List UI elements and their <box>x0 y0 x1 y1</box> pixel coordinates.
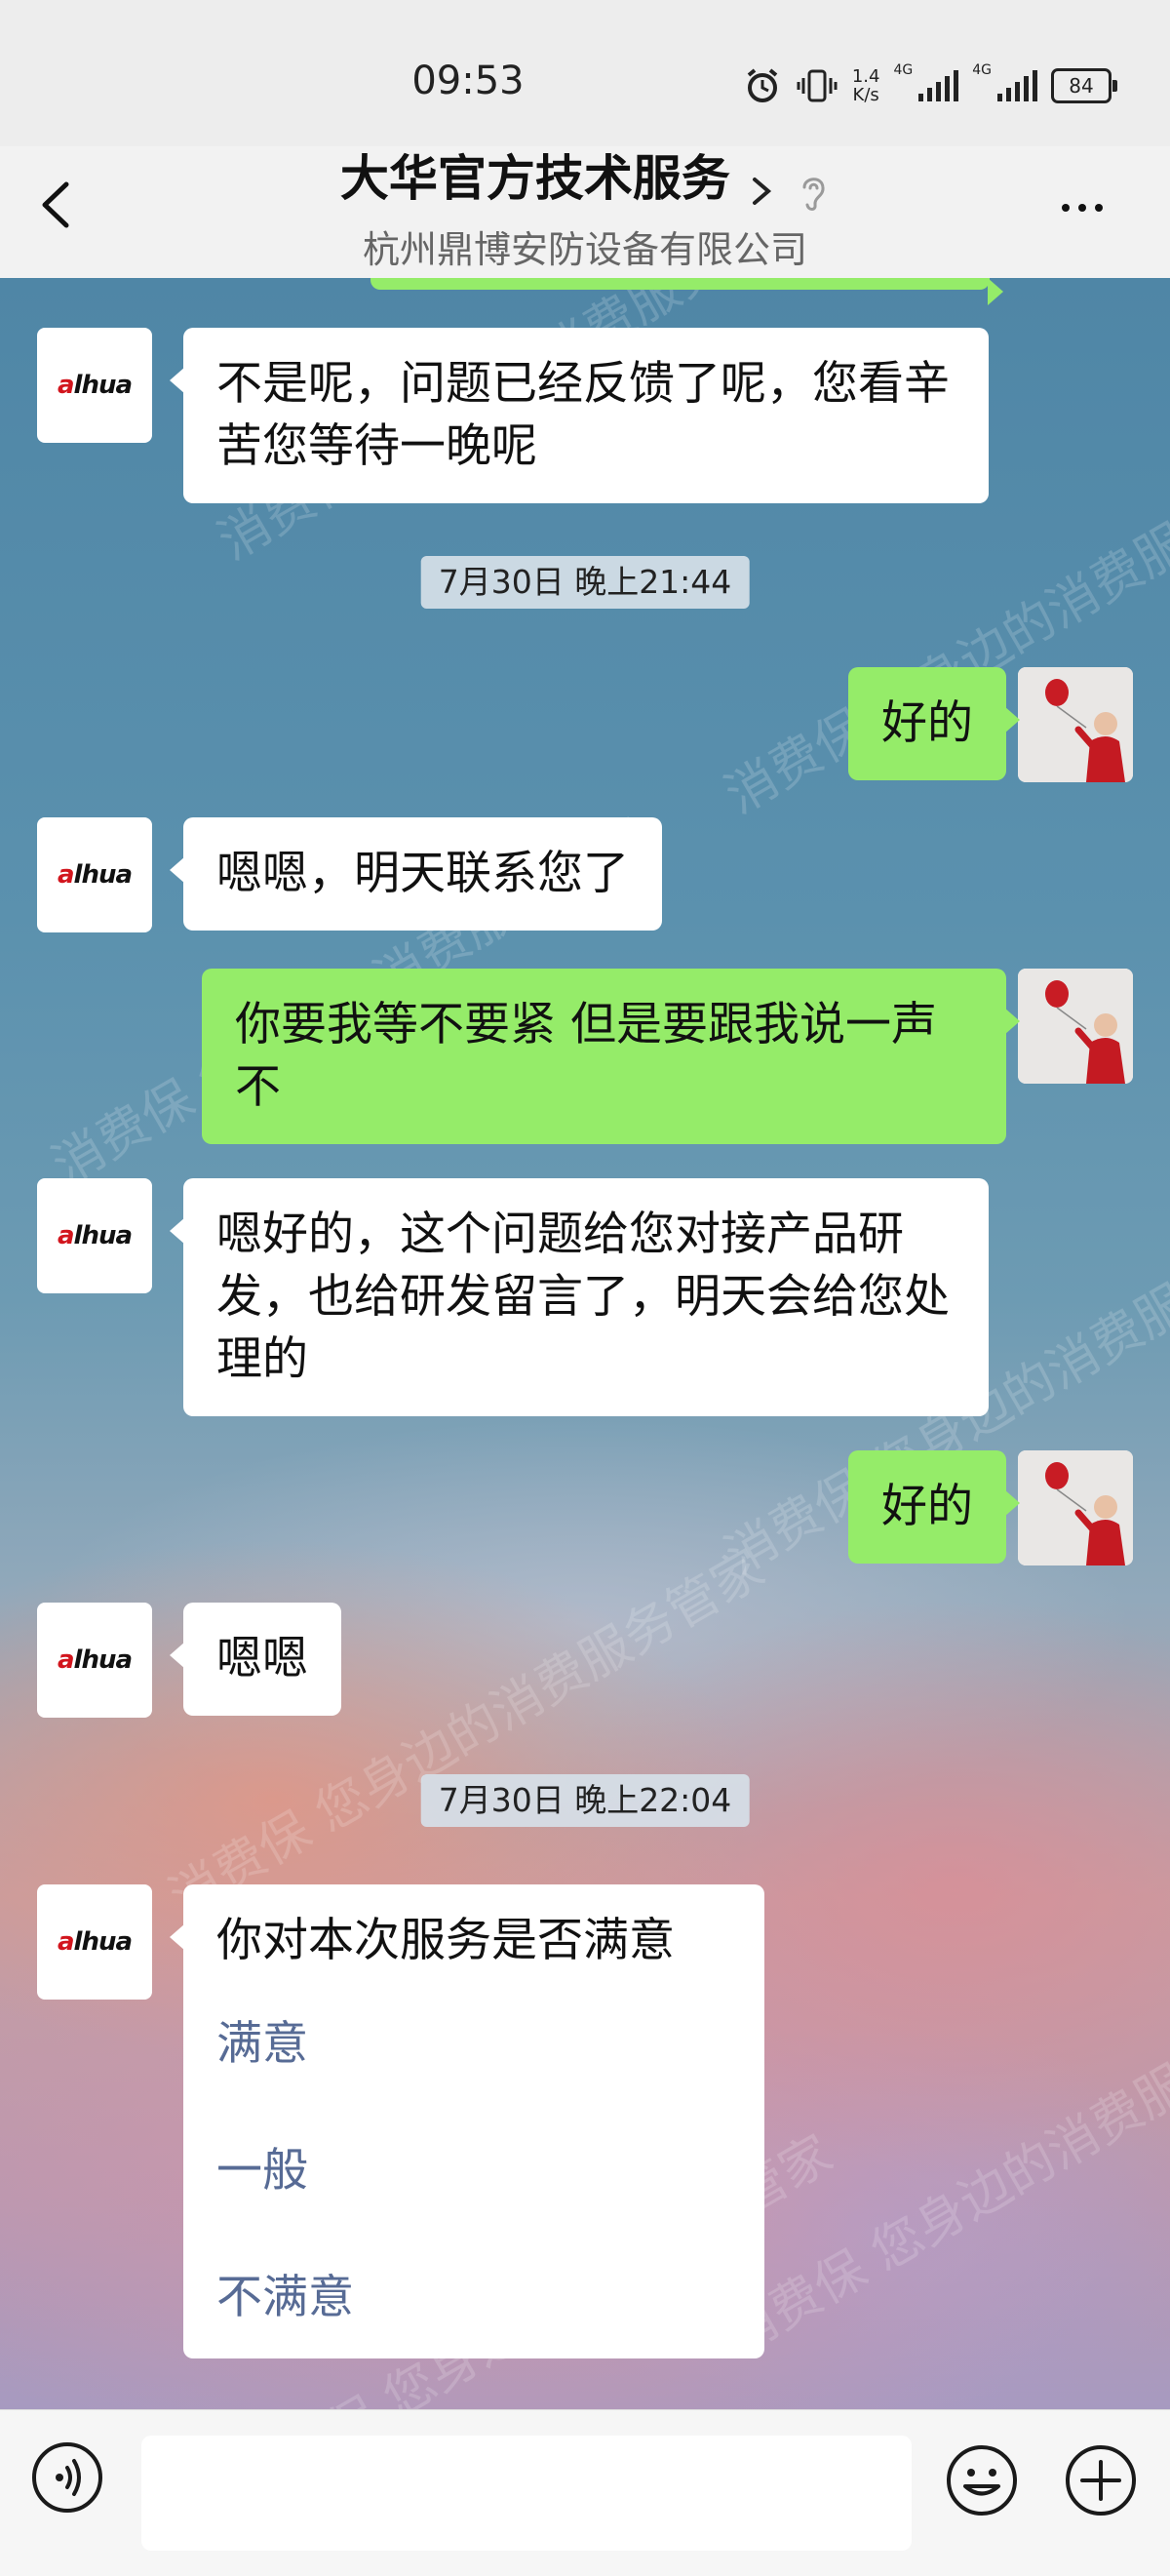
signal-icon <box>918 70 959 101</box>
net-speed-unit: K/s <box>852 85 879 105</box>
emoji-icon <box>947 2445 1017 2516</box>
input-bar <box>0 2409 1170 2576</box>
survey-question: 你对本次服务是否满意 <box>216 1914 675 1967</box>
signal-icon <box>997 70 1037 101</box>
chevron-right-icon <box>753 177 772 205</box>
sim1-network-label: 4G <box>893 62 914 78</box>
chat-subtitle: 杭州鼎博安防设备有限公司 <box>362 228 807 271</box>
voice-icon <box>56 2459 81 2496</box>
status-icons: 1.4 K/s 4G 4G 84 <box>743 62 1117 109</box>
alarm-icon <box>747 68 778 102</box>
message-input[interactable] <box>141 2436 912 2551</box>
back-button[interactable] <box>27 171 86 239</box>
user-avatar[interactable] <box>1018 667 1133 782</box>
message-bubble[interactable]: 好的 <box>848 1450 1020 1564</box>
dahua-logo: alhua <box>57 1927 133 1957</box>
user-avatar-image <box>1018 969 1133 1084</box>
sim2-network-label: 4G <box>972 62 992 78</box>
clock: 09:53 <box>411 59 525 103</box>
survey-option-satisfied[interactable]: 满意 <box>216 2013 731 2076</box>
survey-option-average[interactable]: 一般 <box>216 2140 731 2202</box>
timestamp: 7月30日 晚上22:04 <box>420 1774 750 1827</box>
agent-avatar[interactable]: alhua <box>37 817 152 932</box>
agent-avatar[interactable]: alhua <box>37 328 152 443</box>
user-avatar-image <box>1018 667 1133 782</box>
user-avatar-image <box>1018 1450 1133 1565</box>
agent-avatar[interactable]: alhua <box>37 1603 152 1718</box>
add-icon <box>1066 2445 1136 2516</box>
watermark: 消费保 您身边的消费服务管家 <box>716 1978 1170 2367</box>
ear-icon <box>802 177 825 211</box>
chat-area[interactable]: 消费保 您身边的消费服务管家 消费保 您身边的消费服务管家 消费保 您身边的消费… <box>0 278 1170 2409</box>
agent-avatar[interactable]: alhua <box>37 1884 152 2000</box>
message-bubble-partial <box>370 278 1003 305</box>
vibrate-icon <box>797 69 838 102</box>
dahua-logo: alhua <box>57 1645 133 1675</box>
message-bubble[interactable]: 你要我等不要紧 但是要跟我说一声不 <box>202 969 1020 1144</box>
agent-avatar[interactable]: alhua <box>37 1178 152 1293</box>
more-button[interactable] <box>1053 193 1112 222</box>
survey-option-unsatisfied[interactable]: 不满意 <box>216 2267 731 2329</box>
add-button[interactable] <box>1063 2442 1139 2518</box>
emoji-button[interactable] <box>944 2442 1020 2518</box>
more-icon <box>1062 204 1103 212</box>
net-speed-value: 1.4 <box>851 66 880 87</box>
voice-button[interactable] <box>32 2442 102 2513</box>
dahua-logo: alhua <box>57 1221 133 1250</box>
message-bubble[interactable]: 嗯嗯，明天联系您了 <box>170 817 662 931</box>
message-bubble[interactable]: 不是呢，问题已经反馈了呢，您看辛苦您等待一晚呢 <box>170 328 989 503</box>
message-bubble[interactable]: 嗯嗯 <box>170 1603 341 1716</box>
timestamp: 7月30日 晚上21:44 <box>420 556 750 609</box>
survey-bubble: 你对本次服务是否满意 满意 一般 不满意 <box>170 1884 764 2358</box>
message-bubble[interactable]: 嗯好的，这个问题给您对接产品研发，也给研发留言了，明天会给您处理的 <box>170 1178 989 1416</box>
user-avatar[interactable] <box>1018 969 1133 1084</box>
back-icon <box>42 181 69 228</box>
battery-level: 84 <box>1069 74 1094 98</box>
watermark: 消费保 您身边的消费服务管家 <box>160 1539 774 1928</box>
chat-title[interactable]: 大华官方技术服务 <box>340 150 730 207</box>
net-speed: 1.4 K/s <box>852 67 880 104</box>
user-avatar[interactable] <box>1018 1450 1133 1565</box>
dahua-logo: alhua <box>57 371 133 400</box>
chat-title-wrap[interactable]: 大华官方技术服务 <box>195 139 975 213</box>
dahua-logo: alhua <box>57 860 133 890</box>
battery-icon: 84 <box>1051 68 1117 103</box>
status-bar: 09:53 1.4 K/s 4G 4G 84 <box>0 0 1170 228</box>
message-bubble[interactable]: 好的 <box>848 667 1020 780</box>
